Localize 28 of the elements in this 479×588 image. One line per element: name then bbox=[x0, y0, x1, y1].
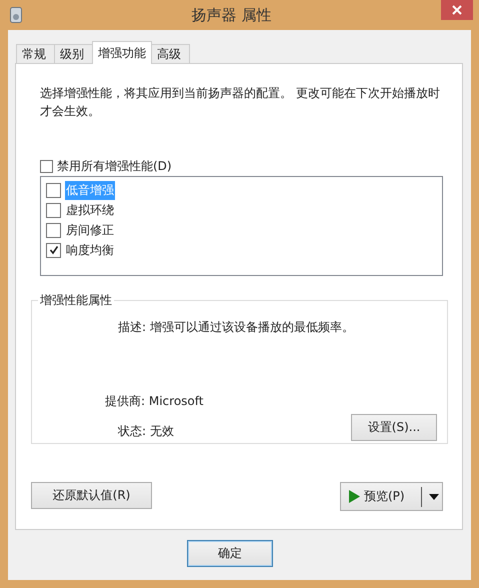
provider-text: 提供商: Microsoft bbox=[105, 393, 204, 410]
close-button[interactable] bbox=[441, 0, 473, 20]
close-icon[interactable] bbox=[452, 5, 462, 15]
description-text: 选择增强性能，将其应用到当前扬声器的配置。 更改可能在下次开始播放时才会生效。 bbox=[40, 85, 441, 120]
tab[interactable]: 增强功能 bbox=[92, 41, 152, 64]
list-item[interactable]: 虚拟环绕 bbox=[65, 200, 115, 220]
checkbox[interactable] bbox=[46, 202, 61, 218]
speaker-icon bbox=[10, 7, 22, 23]
list-item[interactable]: 房间修正 bbox=[65, 220, 115, 240]
checkbox-label: 禁用所有增强性能(D) bbox=[57, 158, 172, 174]
tab[interactable]: 级别 bbox=[54, 44, 93, 63]
tab[interactable]: 高级 bbox=[151, 44, 190, 63]
checkbox[interactable] bbox=[46, 242, 61, 258]
checkbox[interactable] bbox=[40, 160, 53, 172]
status-text: 状态: 无效 bbox=[118, 423, 174, 440]
window-title: 扬声器 属性 bbox=[190, 6, 272, 24]
preview-button[interactable]: 预览(P) bbox=[340, 482, 443, 511]
play-icon bbox=[349, 490, 360, 503]
group-title: 增强性能属性 bbox=[38, 292, 114, 309]
checkbox[interactable] bbox=[46, 222, 61, 238]
caret-icon[interactable] bbox=[426, 492, 442, 500]
ok-button[interactable]: 确定 bbox=[187, 540, 273, 567]
list-item[interactable]: 响度均衡 bbox=[65, 240, 115, 260]
checkbox[interactable] bbox=[46, 182, 61, 198]
tab[interactable]: 常规 bbox=[16, 44, 55, 63]
restore-defaults-button[interactable]: 还原默认值(R) bbox=[31, 482, 152, 509]
settings-button[interactable]: 设置(S)... bbox=[351, 414, 437, 441]
description-text: 描述: 增强可以通过该设备播放的最低频率。 bbox=[118, 319, 354, 336]
